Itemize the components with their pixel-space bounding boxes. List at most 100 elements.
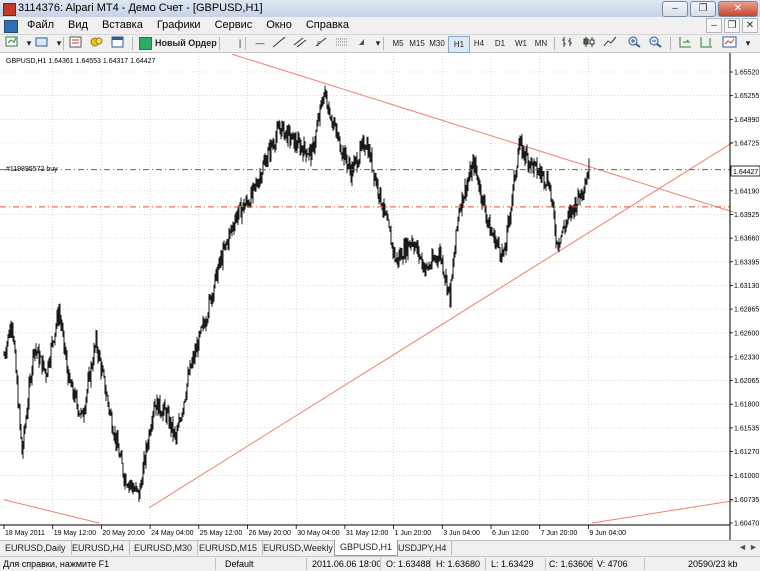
new-order-button[interactable]: Новый Ордер bbox=[137, 36, 217, 51]
terminal-icon[interactable] bbox=[110, 36, 126, 51]
profiles-icon[interactable] bbox=[34, 36, 50, 51]
menu-tools[interactable]: Сервис bbox=[208, 19, 260, 31]
price-tick-label: 1.61800 bbox=[734, 402, 759, 409]
price-tick-label: 1.63130 bbox=[734, 283, 759, 290]
price-tick-label: 1.61535 bbox=[734, 425, 759, 432]
toolbar-separator bbox=[219, 37, 220, 50]
horizontal-line-icon[interactable]: — bbox=[252, 36, 268, 51]
profiles-dropdown-icon[interactable]: ▾ bbox=[51, 36, 67, 51]
toolbar-separator bbox=[554, 37, 555, 50]
status-close: C: 1.63606 bbox=[549, 559, 594, 569]
trendline[interactable] bbox=[148, 141, 735, 509]
toolbar-separator bbox=[132, 37, 133, 50]
status-profile[interactable]: Default bbox=[225, 558, 254, 570]
trendline[interactable] bbox=[591, 500, 735, 524]
status-low: L: 1.63429 bbox=[491, 559, 534, 569]
chart-restore-button[interactable]: ❐ bbox=[724, 18, 740, 33]
time-tick-label: 30 May 04:00 bbox=[297, 530, 340, 537]
chart-minimize-button[interactable]: – bbox=[706, 18, 722, 33]
zoom-out-icon[interactable] bbox=[648, 36, 664, 51]
chart-shift-icon[interactable] bbox=[698, 36, 714, 51]
price-tick-label: 1.62065 bbox=[734, 378, 759, 385]
menu-insert[interactable]: Вставка bbox=[95, 19, 150, 31]
toolbar: ▾ ▾ Новый Ордер | — F ▾ M5 M15 M30 H1 H4… bbox=[0, 35, 760, 53]
time-tick-label: 26 May 20:00 bbox=[249, 530, 292, 537]
time-tick-label: 18 May 2011 bbox=[5, 530, 45, 537]
toolbar-separator bbox=[63, 37, 64, 50]
menu-view[interactable]: Вид bbox=[61, 19, 95, 31]
bar-chart-icon[interactable] bbox=[560, 36, 576, 51]
price-tick-label: 1.60735 bbox=[734, 497, 759, 504]
tab-eurusd-daily[interactable]: EURUSD,Daily bbox=[0, 541, 72, 555]
zoom-in-icon[interactable] bbox=[627, 36, 643, 51]
chart-window[interactable]: 1.65520 1.65255 1.64990 1.64725 1.64190 1.639… bbox=[0, 53, 760, 540]
menu-bar: Файл Вид Вставка Графики Сервис Окно Спр… bbox=[0, 17, 760, 35]
menu-window[interactable]: Окно bbox=[259, 19, 299, 31]
chart-close-button[interactable]: ✕ bbox=[742, 18, 758, 33]
status-high: H: 1.63680 bbox=[436, 559, 481, 569]
indicators-icon[interactable] bbox=[722, 36, 738, 51]
chart-window-icon[interactable] bbox=[4, 20, 18, 33]
chart-tabs: EURUSD,Daily EURUSD,H4 EURUSD,M30 EURUSD… bbox=[0, 540, 760, 556]
status-divider bbox=[306, 558, 307, 570]
timeframe-w1-button[interactable]: W1 bbox=[510, 36, 532, 51]
new-order-label: Новый Ордер bbox=[155, 38, 217, 48]
time-tick-label: 31 May 12:00 bbox=[346, 530, 389, 537]
status-time: 2011.06.06 18:00 bbox=[312, 559, 382, 569]
current-price-label: 1.64427 bbox=[733, 169, 758, 176]
status-bar: Для справки, нажмите F1 Default 2011.06.… bbox=[0, 556, 760, 571]
price-tick-label: 1.62600 bbox=[734, 330, 759, 337]
close-button[interactable]: ✕ bbox=[718, 1, 758, 17]
timeframe-h4-button[interactable]: H4 bbox=[468, 36, 490, 51]
menu-file[interactable]: Файл bbox=[20, 19, 61, 31]
line-chart-icon[interactable] bbox=[602, 36, 618, 51]
status-divider bbox=[485, 558, 486, 570]
price-tick-label: 1.62330 bbox=[734, 354, 759, 361]
toolbar-separator bbox=[670, 37, 671, 50]
app-icon bbox=[3, 3, 16, 16]
price-tick-label: 1.65255 bbox=[734, 93, 759, 100]
price-tick-label: 1.63660 bbox=[734, 236, 759, 243]
tabs-scroll-right-icon[interactable]: ► bbox=[749, 542, 758, 552]
tab-eurusd-weekly[interactable]: EURUSD,Weekly bbox=[258, 541, 339, 555]
time-tick-label: 7 Jun 20:00 bbox=[541, 530, 578, 537]
window-title: 3114376: Alpari MT4 - Демо Счет - [GBPUS… bbox=[18, 2, 263, 14]
auto-scroll-icon[interactable] bbox=[677, 36, 693, 51]
tab-usdjpy-h4[interactable]: USDJPY,H4 bbox=[393, 541, 453, 555]
timeframe-m30-button[interactable]: M30 bbox=[426, 36, 448, 51]
menu-charts[interactable]: Графики bbox=[150, 19, 208, 31]
time-tick-label: 3 Jun 04:00 bbox=[443, 530, 480, 537]
tab-eurusd-h4[interactable]: EURUSD,H4 bbox=[67, 541, 131, 555]
indicators-dropdown-icon[interactable]: ▾ bbox=[740, 36, 756, 51]
tab-eurusd-m30[interactable]: EURUSD,M30 bbox=[129, 541, 199, 555]
market-watch-icon[interactable] bbox=[68, 36, 84, 51]
trendline[interactable] bbox=[3, 499, 100, 524]
timeframe-m15-button[interactable]: M15 bbox=[406, 36, 428, 51]
fibonacci-tool-icon[interactable]: F bbox=[313, 36, 329, 51]
price-tick-label: 1.64190 bbox=[734, 188, 759, 195]
time-tick-label: 24 May 04:00 bbox=[151, 530, 194, 537]
trendline-tool-icon[interactable] bbox=[271, 36, 287, 51]
time-tick-label: 9 Jun 04:00 bbox=[589, 530, 626, 537]
text-tool-icon[interactable] bbox=[334, 36, 350, 51]
time-tick-label: 19 May 12:00 bbox=[54, 530, 97, 537]
menu-help[interactable]: Справка bbox=[299, 19, 356, 31]
minimize-button[interactable]: – bbox=[662, 1, 688, 17]
status-volume: V: 4706 bbox=[597, 559, 628, 569]
timeframe-d1-button[interactable]: D1 bbox=[489, 36, 511, 51]
candlestick-chart-icon[interactable] bbox=[581, 36, 597, 51]
navigator-icon[interactable] bbox=[89, 36, 105, 51]
new-chart-icon[interactable] bbox=[4, 36, 20, 51]
price-chart[interactable]: 1.65520 1.65255 1.64990 1.64725 1.64190 1.639… bbox=[0, 53, 760, 540]
restore-button[interactable]: ❐ bbox=[690, 1, 716, 17]
timeframe-mn-button[interactable]: MN bbox=[530, 36, 552, 51]
timeframe-h1-button[interactable]: H1 bbox=[448, 36, 470, 53]
toolbar-separator bbox=[245, 37, 246, 50]
channel-tool-icon[interactable] bbox=[292, 36, 308, 51]
status-divider bbox=[592, 558, 593, 570]
tabs-scroll-left-icon[interactable]: ◄ bbox=[738, 542, 747, 552]
tab-eurusd-m15[interactable]: EURUSD,M15 bbox=[194, 541, 264, 555]
price-tick-label: 1.65520 bbox=[734, 70, 759, 77]
tab-gbpusd-h1[interactable]: GBPUSD,H1 bbox=[334, 540, 399, 556]
time-tick-label: 25 May 12:00 bbox=[200, 530, 243, 537]
